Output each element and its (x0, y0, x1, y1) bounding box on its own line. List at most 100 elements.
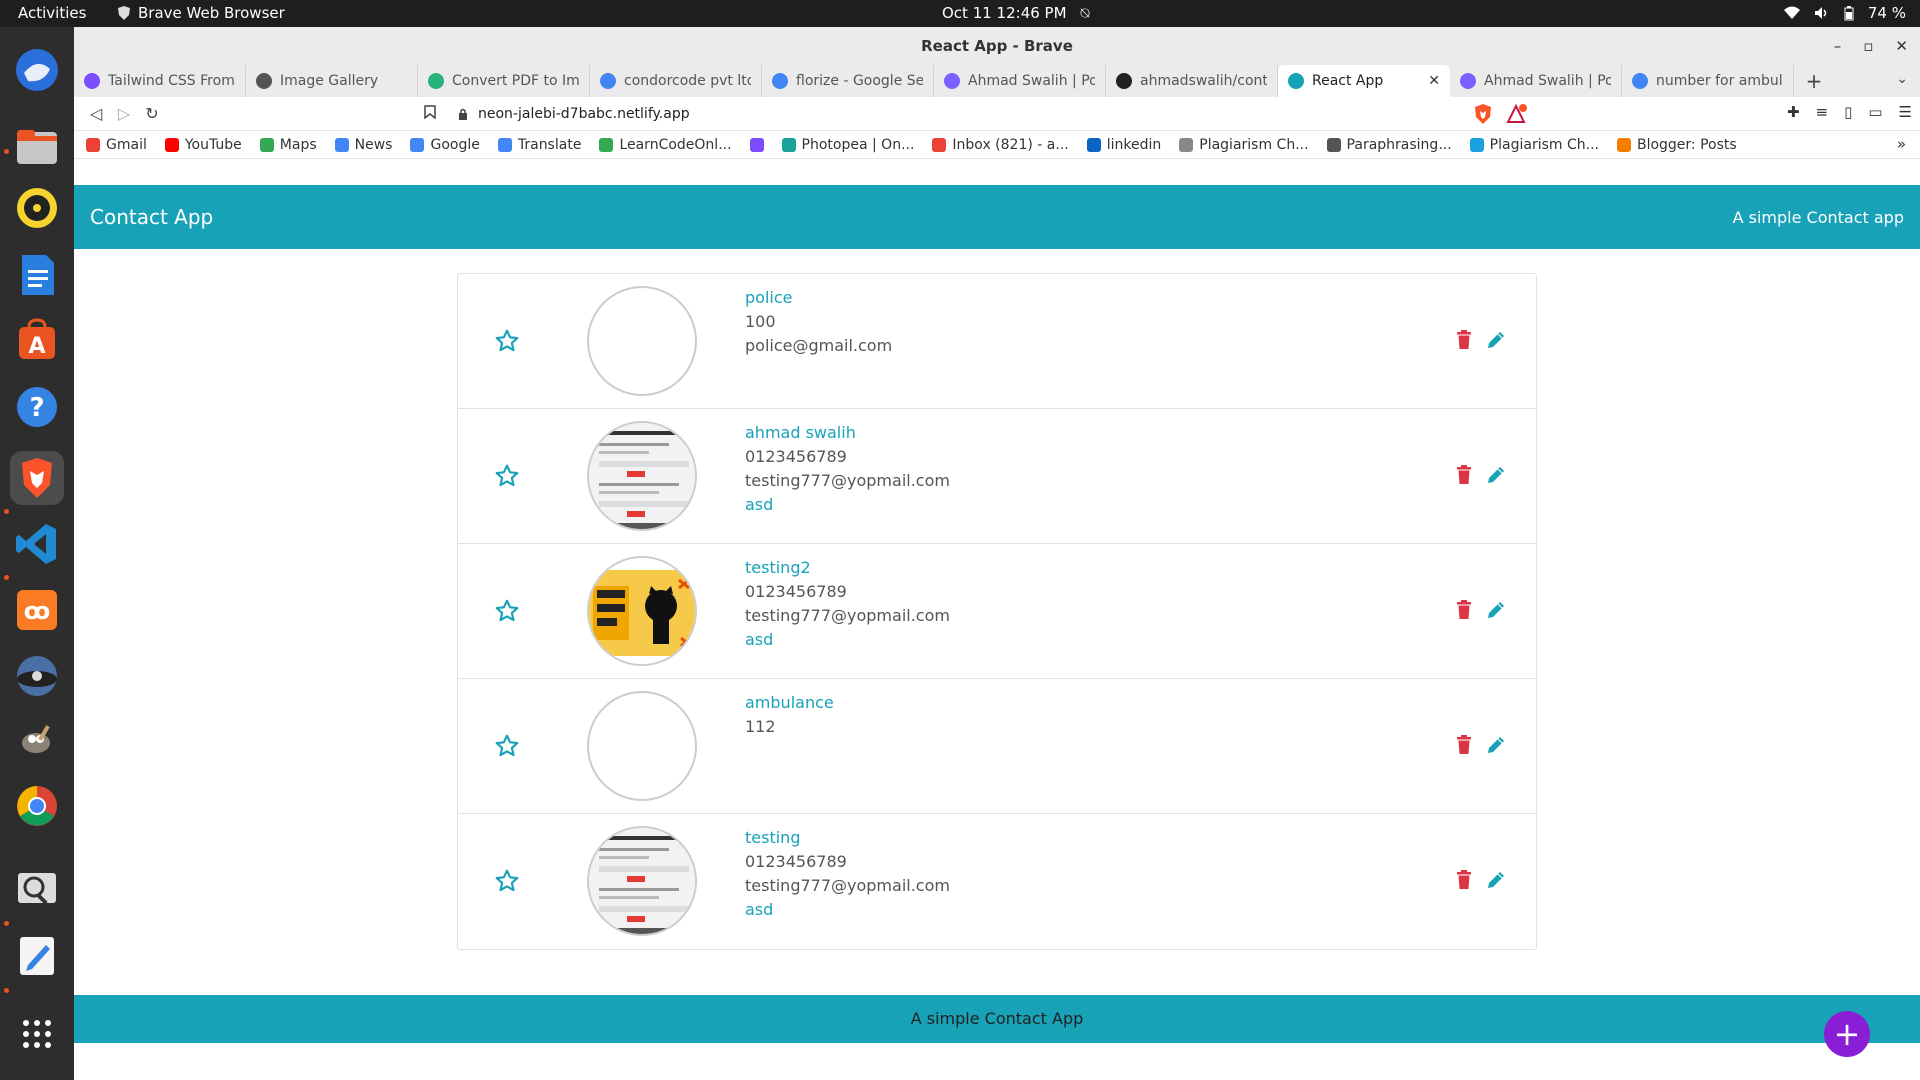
window-titlebar[interactable]: React App - Brave – ▫ ✕ (74, 27, 1920, 65)
tab-label: florize - Google Sear (796, 73, 923, 89)
focused-app-name: Brave Web Browser (138, 4, 285, 22)
bookmark-item[interactable]: News (334, 137, 392, 153)
google-icon (600, 73, 616, 89)
footer-text: A simple Contact App (910, 1009, 1084, 1028)
tab[interactable]: Tailwind CSS From S (74, 65, 246, 97)
edit-pencil-icon[interactable] (1486, 465, 1506, 489)
delete-icon[interactable] (1456, 735, 1472, 759)
sidebar-icon[interactable]: ▯ (1844, 103, 1852, 121)
favorite-star-icon[interactable] (494, 868, 520, 898)
bookmark-item[interactable]: Google (410, 136, 480, 153)
bookmark-item[interactable]: Translate (497, 137, 581, 153)
tab-list-chevron-icon[interactable]: ⌄ (1896, 71, 1908, 87)
favorite-star-icon[interactable] (494, 463, 520, 493)
screenshot-magnifier-icon[interactable] (10, 863, 64, 917)
date-time: Oct 11 12:46 PM (942, 4, 1067, 22)
brave-rewards-icon[interactable] (1506, 103, 1528, 128)
close-window-icon[interactable]: ✕ (1895, 27, 1908, 65)
chrome-icon[interactable] (10, 779, 64, 833)
tailwind-icon (749, 137, 764, 152)
menu-icon[interactable]: ☰ (1899, 103, 1912, 121)
focused-app-menu[interactable]: Brave Web Browser (118, 4, 285, 22)
bookmark-item[interactable]: linkedin (1086, 137, 1161, 153)
wifi-icon (1783, 6, 1800, 19)
playlist-icon[interactable]: ≡ (1816, 103, 1829, 121)
tab[interactable]: Ahmad Swalih | Port (1450, 65, 1622, 97)
bookmark-item[interactable]: Photopea | On... (781, 137, 914, 153)
tab[interactable]: React App ✕ (1278, 65, 1450, 97)
contact-info: ahmad swalih 0123456789 testing777@yopmail… (745, 421, 950, 517)
contact-name[interactable]: ambulance (745, 691, 834, 715)
bookmark-item[interactable]: Plagiarism Ch... (1469, 137, 1599, 153)
youtube-icon (164, 137, 179, 152)
back-icon[interactable]: ◁ (82, 104, 110, 123)
bookmark-item[interactable]: YouTube (164, 137, 242, 153)
delete-icon[interactable] (1456, 330, 1472, 354)
favorite-star-icon[interactable] (494, 328, 520, 358)
clock[interactable]: Oct 11 12:46 PM ⍉ (942, 4, 1090, 22)
maximize-icon[interactable]: ▫ (1863, 27, 1873, 65)
delete-icon[interactable] (1456, 600, 1472, 624)
rhythmbox-icon[interactable] (10, 181, 64, 235)
contact-name[interactable]: testing (745, 826, 950, 850)
brave-browser-icon[interactable] (10, 451, 64, 505)
tab[interactable]: ahmadswalih/conta (1106, 65, 1278, 97)
tab[interactable]: Image Gallery (246, 65, 418, 97)
activities-button[interactable]: Activities (18, 4, 86, 22)
tab[interactable]: florize - Google Sear (762, 65, 934, 97)
contact-note: asd (745, 495, 774, 514)
reload-icon[interactable]: ↻ (138, 104, 166, 123)
favorite-star-icon[interactable] (494, 733, 520, 763)
brave-shields-icon[interactable] (1474, 104, 1492, 128)
favorite-star-icon[interactable] (494, 598, 520, 628)
edit-pencil-icon[interactable] (1486, 330, 1506, 354)
bookmark-item[interactable]: Gmail (86, 137, 147, 153)
tab[interactable]: number for ambula (1622, 65, 1794, 97)
bookmark-item[interactable]: Inbox (821) - a... (932, 137, 1069, 153)
bookmark-item[interactable]: Blogger: Posts (1616, 137, 1737, 153)
bookmark-item[interactable]: Plagiarism Ch... (1179, 137, 1309, 153)
vscode-icon[interactable] (10, 517, 64, 571)
plagiarism-icon (1469, 137, 1484, 152)
contact-name[interactable]: testing2 (745, 556, 950, 580)
tab[interactable]: condorcode pvt ltd. (590, 65, 762, 97)
edit-pencil-icon[interactable] (1486, 870, 1506, 894)
gimp-icon[interactable] (10, 713, 64, 767)
add-contact-button[interactable]: + (1824, 1011, 1870, 1057)
text-editor-icon[interactable] (10, 929, 64, 983)
navigation-bar: ◁ ▷ ↻ neon-jalebi-d7babc.netlify.app ✚ ≡… (74, 97, 1920, 131)
show-applications-icon[interactable] (10, 1007, 64, 1061)
bookmarks-overflow-icon[interactable]: » (1897, 135, 1906, 153)
xampp-icon[interactable]: ꝏ (10, 583, 64, 637)
extensions-icon[interactable]: ✚ (1787, 103, 1800, 121)
contact-name[interactable]: police (745, 286, 892, 310)
app-brand[interactable]: Contact App (90, 205, 213, 229)
ubuntu-software-icon[interactable]: A (10, 313, 64, 367)
edit-pencil-icon[interactable] (1486, 600, 1506, 624)
edit-pencil-icon[interactable] (1486, 735, 1506, 759)
bookmark-page-icon[interactable] (424, 105, 436, 123)
bookmark-item[interactable]: LearnCodeOnl... (599, 137, 732, 153)
quill-icon (1326, 137, 1341, 152)
delete-icon[interactable] (1456, 870, 1472, 894)
disc-burner-icon[interactable] (10, 649, 64, 703)
wallet-icon[interactable]: ▭ (1868, 103, 1882, 121)
contact-name[interactable]: ahmad swalih (745, 421, 950, 445)
delete-icon[interactable] (1456, 465, 1472, 489)
help-icon[interactable]: ? (10, 380, 64, 434)
forward-icon[interactable]: ▷ (110, 104, 138, 123)
address-bar[interactable]: neon-jalebi-d7babc.netlify.app (452, 99, 1540, 129)
bookmark-item[interactable]: Maps (259, 137, 317, 153)
bookmark-item[interactable]: Paraphrasing... (1326, 137, 1452, 153)
minimize-icon[interactable]: – (1834, 27, 1842, 65)
bookmark-label: Google (430, 136, 480, 153)
tab[interactable]: Ahmad Swalih | Port (934, 65, 1106, 97)
system-status-menu[interactable]: 74 % (1783, 4, 1906, 22)
thunderbird-icon[interactable] (10, 43, 64, 97)
files-icon[interactable] (10, 120, 64, 174)
libreoffice-writer-icon[interactable] (10, 248, 64, 302)
close-tab-icon[interactable]: ✕ (1428, 73, 1440, 89)
tab[interactable]: Convert PDF to Imag (418, 65, 590, 97)
bookmark-item[interactable] (749, 137, 764, 152)
new-tab-button[interactable]: + (1794, 65, 1834, 97)
